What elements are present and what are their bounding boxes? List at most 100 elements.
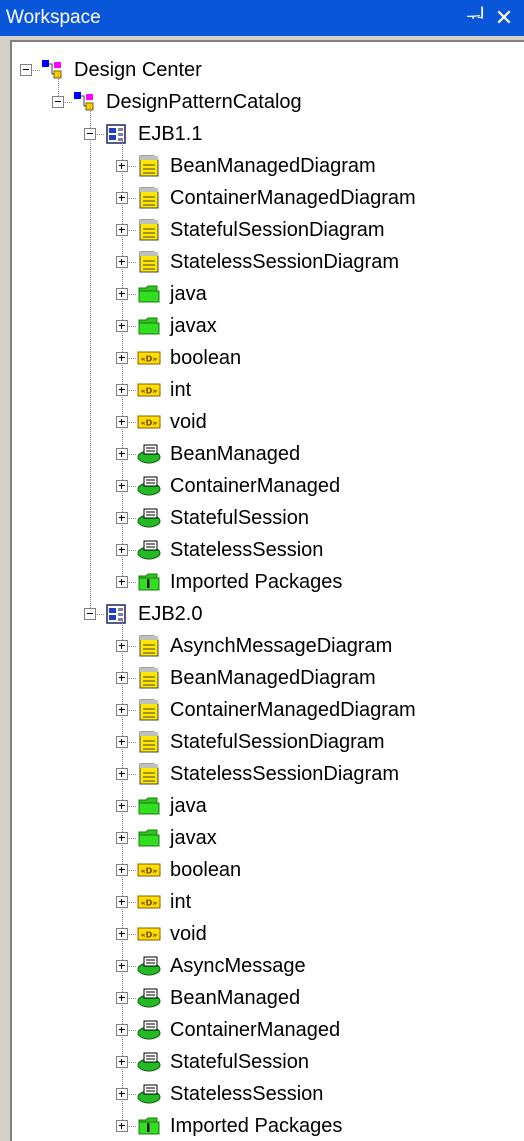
- tree-item-label: AsynchMessageDiagram: [170, 634, 393, 657]
- tree-item[interactable]: StatelessSessionDiagram: [136, 246, 401, 278]
- workspace-window: Workspace ᅯ ✕ Design Center DesignPattern…: [0, 0, 524, 1141]
- collapse-toggle[interactable]: [20, 64, 32, 76]
- expand-toggle[interactable]: [116, 928, 128, 940]
- collapse-toggle[interactable]: [84, 128, 96, 140]
- tree-item[interactable]: I Imported Packages: [136, 566, 344, 598]
- datatype-icon: «D»: [136, 890, 162, 914]
- tree-item[interactable]: BeanManaged: [136, 982, 302, 1014]
- tree-item[interactable]: EJB1.1: [104, 118, 204, 150]
- tree-item[interactable]: «D» boolean: [136, 342, 243, 374]
- tree-item[interactable]: DesignPatternCatalog: [72, 86, 304, 118]
- tree-item-label: int: [170, 378, 192, 401]
- tree-item[interactable]: StatelessSession: [136, 1078, 325, 1110]
- tree-item-label: StatelessSessionDiagram: [170, 762, 399, 785]
- tree-item[interactable]: javax: [136, 310, 219, 342]
- expand-toggle[interactable]: [116, 512, 128, 524]
- tree-item[interactable]: ContainerManaged: [136, 1014, 342, 1046]
- expand-toggle[interactable]: [116, 736, 128, 748]
- expand-toggle[interactable]: [116, 672, 128, 684]
- diagram-icon: [136, 698, 162, 722]
- expand-toggle[interactable]: [116, 256, 128, 268]
- expand-toggle[interactable]: [116, 960, 128, 972]
- tree-item-label: StatefulSessionDiagram: [170, 218, 385, 241]
- tree-item[interactable]: BeanManaged: [136, 438, 302, 470]
- svg-text:I: I: [146, 1121, 150, 1135]
- expand-toggle[interactable]: [116, 320, 128, 332]
- tree-item[interactable]: StatefulSession: [136, 502, 311, 534]
- tree-item[interactable]: ContainerManagedDiagram: [136, 182, 418, 214]
- component-icon: [136, 442, 162, 466]
- tree-item[interactable]: StatefulSessionDiagram: [136, 726, 387, 758]
- tree-item[interactable]: BeanManagedDiagram: [136, 662, 378, 694]
- diagram-icon: [136, 186, 162, 210]
- expand-toggle[interactable]: [116, 224, 128, 236]
- tree-item-label: boolean: [170, 346, 242, 369]
- svg-text:«D»: «D»: [141, 867, 158, 876]
- tree-item[interactable]: StatelessSessionDiagram: [136, 758, 401, 790]
- expand-toggle[interactable]: [116, 640, 128, 652]
- collapse-toggle[interactable]: [52, 96, 64, 108]
- expand-toggle[interactable]: [116, 1056, 128, 1068]
- tree-item-label: StatefulSessionDiagram: [170, 730, 385, 753]
- svg-text:«D»: «D»: [141, 899, 158, 908]
- tree-item-label: javax: [170, 826, 217, 849]
- expand-toggle[interactable]: [116, 1120, 128, 1132]
- component-icon: [136, 986, 162, 1010]
- tree-item[interactable]: «D» boolean: [136, 854, 243, 886]
- expand-toggle[interactable]: [116, 768, 128, 780]
- tree-item[interactable]: «D» int: [136, 886, 193, 918]
- tree-item[interactable]: ContainerManaged: [136, 470, 342, 502]
- tree-item[interactable]: «D» void: [136, 406, 209, 438]
- tree-item[interactable]: BeanManagedDiagram: [136, 150, 378, 182]
- datatype-icon: «D»: [136, 378, 162, 402]
- expand-toggle[interactable]: [116, 448, 128, 460]
- diagram-icon: [136, 250, 162, 274]
- tree-item-label: BeanManagedDiagram: [170, 666, 376, 689]
- tree-item-label: Imported Packages: [170, 570, 343, 593]
- diagram-icon: [136, 762, 162, 786]
- expand-toggle[interactable]: [116, 832, 128, 844]
- tree-item[interactable]: I Imported Packages: [136, 1110, 344, 1141]
- expand-toggle[interactable]: [116, 896, 128, 908]
- pin-button[interactable]: ᅯ: [464, 5, 488, 31]
- tree-item[interactable]: AsyncMessage: [136, 950, 308, 982]
- expand-toggle[interactable]: [116, 992, 128, 1004]
- expand-toggle[interactable]: [116, 544, 128, 556]
- tree-item[interactable]: «D» void: [136, 918, 209, 950]
- expand-toggle[interactable]: [116, 576, 128, 588]
- close-button[interactable]: ✕: [492, 5, 516, 31]
- expand-toggle[interactable]: [116, 1024, 128, 1036]
- tree-item[interactable]: StatefulSession: [136, 1046, 311, 1078]
- expand-toggle[interactable]: [116, 352, 128, 364]
- expand-toggle[interactable]: [116, 192, 128, 204]
- expand-toggle[interactable]: [116, 160, 128, 172]
- tree-item-label: Imported Packages: [170, 1114, 343, 1137]
- expand-toggle[interactable]: [116, 704, 128, 716]
- package-diagram-icon: [104, 122, 130, 146]
- tree-item[interactable]: java: [136, 790, 209, 822]
- expand-toggle[interactable]: [116, 1088, 128, 1100]
- tree-item-label: BeanManaged: [170, 442, 301, 465]
- package-diagram-icon: [104, 602, 130, 626]
- expand-toggle[interactable]: [116, 480, 128, 492]
- svg-text:«D»: «D»: [141, 387, 158, 396]
- tree-item[interactable]: «D» int: [136, 374, 193, 406]
- tree-item[interactable]: EJB2.0: [104, 598, 204, 630]
- expand-toggle[interactable]: [116, 384, 128, 396]
- svg-text:«D»: «D»: [141, 419, 158, 428]
- collapse-toggle[interactable]: [84, 608, 96, 620]
- tree-item[interactable]: javax: [136, 822, 219, 854]
- expand-toggle[interactable]: [116, 416, 128, 428]
- folder-icon: [136, 314, 162, 338]
- tree-item[interactable]: ContainerManagedDiagram: [136, 694, 418, 726]
- expand-toggle[interactable]: [116, 800, 128, 812]
- tree-item[interactable]: AsynchMessageDiagram: [136, 630, 394, 662]
- tree-item[interactable]: Design Center: [40, 54, 204, 86]
- tree-item-label: StatelessSession: [170, 538, 324, 561]
- expand-toggle[interactable]: [116, 864, 128, 876]
- design-center-icon: [72, 90, 98, 114]
- expand-toggle[interactable]: [116, 288, 128, 300]
- tree-item[interactable]: StatelessSession: [136, 534, 325, 566]
- tree-item[interactable]: java: [136, 278, 209, 310]
- tree-item[interactable]: StatefulSessionDiagram: [136, 214, 387, 246]
